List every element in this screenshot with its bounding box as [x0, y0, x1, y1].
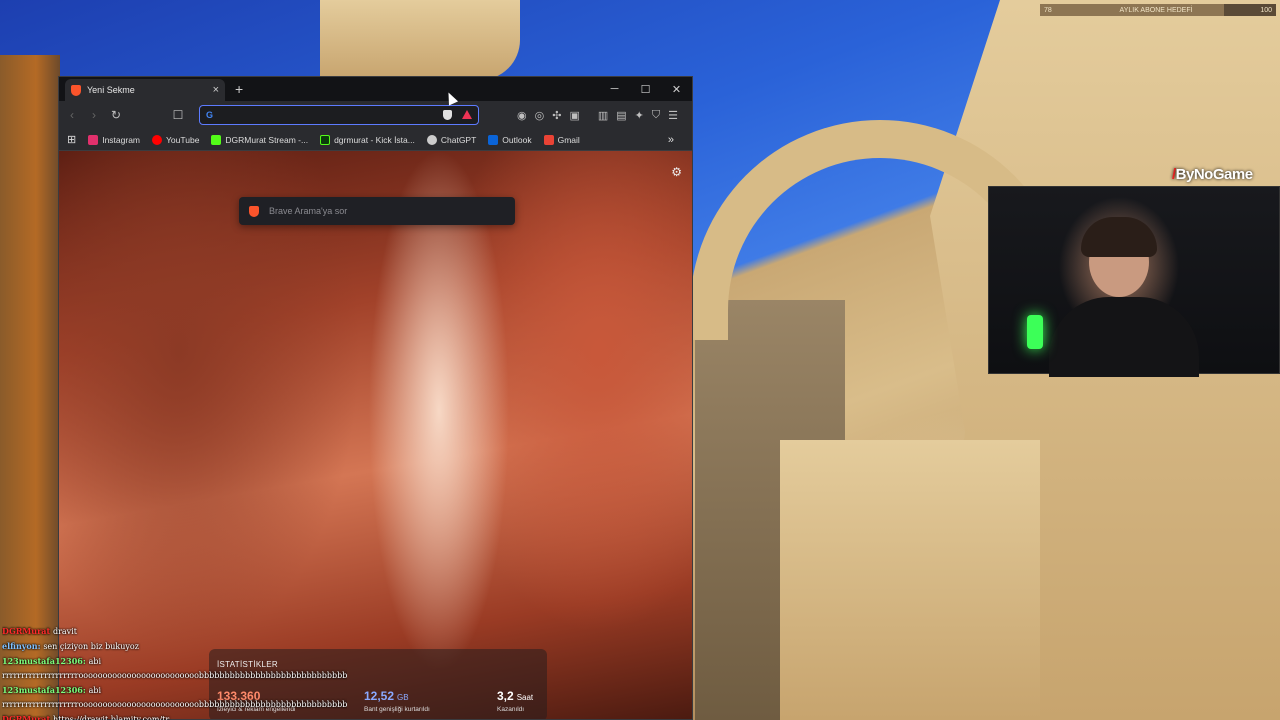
bookmark-youtube[interactable]: YouTube — [152, 134, 200, 145]
chat-text: rrrrrrrrrrrrrrrrrrrroooooooooooooooooooo… — [2, 671, 347, 680]
chat-text: dravit — [52, 627, 77, 636]
forward-button[interactable]: › — [87, 108, 101, 122]
kick-icon — [211, 134, 222, 145]
bookmark-kick[interactable]: dgrmurat - Kick İsta... — [320, 134, 415, 145]
minimize-button[interactable]: ─ — [599, 77, 630, 101]
chat-username: DGRMurat — [2, 626, 53, 636]
bookmark-label: Gmail — [557, 134, 580, 145]
bookmark-label: YouTube — [166, 134, 200, 145]
brave-logo-icon — [71, 84, 81, 96]
tab-title: Yeni Sekme — [87, 85, 135, 95]
close-window-button[interactable]: ✕ — [661, 77, 692, 101]
stat-value: 12,52 GB — [364, 689, 409, 703]
reload-button[interactable]: ↻ — [109, 108, 123, 122]
wallpaper-wall — [780, 440, 1040, 720]
bookmark-outlook[interactable]: Outlook — [488, 134, 532, 145]
stat-label: Kazanıldı — [497, 706, 525, 713]
bookmark-label: DGRMurat Stream -... — [225, 134, 309, 145]
sidebar-icon[interactable]: ▥ — [598, 109, 608, 122]
menu-icon[interactable]: ☰ — [668, 109, 678, 122]
bookmark-chatgpt[interactable]: ChatGPT — [426, 134, 477, 145]
stream-chat: DGRMurat dravit elfinyon: sen çiziyon biz… — [2, 624, 347, 720]
extensions-area: ◉ ◎ ✣ ▣ ▥ ▤ ✦ ⛉ ☰ — [517, 109, 678, 122]
bookmark-dgrmurat-stream[interactable]: DGRMurat Stream -... — [211, 134, 309, 145]
tab-new-tab[interactable]: Yeni Sekme × — [65, 79, 225, 101]
bookmarks-bar: ⊞ Instagram YouTube DGRMurat Stream -...… — [59, 129, 692, 151]
chat-username: 123mustafa12306: — [2, 685, 89, 695]
apps-grid-icon[interactable]: ⊞ — [67, 133, 76, 146]
chat-text: sen çiziyon biz bukuyoz — [43, 642, 139, 651]
address-bar[interactable]: G — [199, 105, 479, 125]
brave-search-box[interactable]: Brave Arama'ya sor — [239, 197, 515, 225]
webcam-feed — [988, 186, 1280, 377]
tab-close-icon[interactable]: × — [213, 84, 219, 96]
bookmark-label: ChatGPT — [440, 134, 477, 145]
google-icon: G — [206, 110, 214, 120]
chat-username: 123mustafa12306: — [2, 656, 89, 666]
brave-rewards-icon[interactable] — [462, 110, 472, 119]
brave-search-icon — [249, 205, 259, 217]
chat-message: DGRMurat dravit — [2, 624, 347, 639]
extensions-puzzle-icon[interactable]: ✣ — [552, 109, 561, 122]
brave-shields-icon[interactable] — [443, 110, 452, 120]
subscriber-goal-bar: 78 AYLIK ABONE HEDEFİ 100 — [1040, 4, 1276, 16]
bookmark-label: dgrmurat - Kick İsta... — [334, 134, 415, 145]
chat-message: rrrrrrrrrrrrrrrrrrrroooooooooooooooooooo… — [2, 698, 347, 712]
wallpaper-ruin-left — [320, 0, 520, 80]
bookmark-label: Instagram — [102, 134, 141, 145]
vpn-icon[interactable]: ⛉ — [652, 109, 660, 122]
goal-target: 100 — [1260, 6, 1272, 14]
instagram-icon — [88, 134, 99, 145]
green-lamp — [1027, 315, 1043, 349]
stat-value: 3,2 Saat — [497, 689, 534, 703]
stat-time-saved: 3,2 Saat Kazanıldı — [497, 689, 533, 713]
gmail-icon — [543, 134, 554, 145]
chat-text: https://drawit.blamity.com/tr — [52, 715, 170, 720]
bookmark-label: Outlook — [502, 134, 532, 145]
window-controls: ─ ☐ ✕ — [599, 77, 692, 101]
chat-username: DGRMurat — [2, 714, 53, 720]
chat-text: abi — [88, 686, 102, 695]
chat-text: abi — [88, 657, 102, 666]
streamer-body — [1049, 297, 1199, 377]
wallpaper-left-strip — [0, 55, 60, 720]
stat-label: Bant genişliği kurtarıldı — [364, 706, 430, 713]
chat-message: rrrrrrrrrrrrrrrrrrrroooooooooooooooooooo… — [2, 669, 347, 683]
stat-bandwidth-saved: 12,52 GB Bant genişliği kurtarıldı — [364, 689, 430, 713]
goal-current: 78 — [1044, 6, 1052, 14]
chatgpt-icon — [426, 134, 437, 145]
streamer-hair — [1081, 217, 1157, 257]
bookmark-instagram[interactable]: Instagram — [88, 134, 141, 145]
chat-message: elfinyon: sen çiziyon biz bukuyoz — [2, 639, 347, 654]
bookmark-gmail[interactable]: Gmail — [543, 134, 580, 145]
outlook-icon — [488, 134, 499, 145]
bynogame-logo: /ByNoGame — [1172, 166, 1253, 183]
chat-message: 123mustafa12306: abi — [2, 683, 347, 698]
chat-message: DGRMurat https://drawit.blamity.com/tr — [2, 712, 347, 720]
settings-gear-icon[interactable]: ⚙ — [671, 165, 682, 179]
chat-text: rrrrrrrrrrrrrrrrrrrroooooooooooooooooooo… — [2, 700, 347, 709]
wallet-icon[interactable]: ▤ — [616, 109, 626, 122]
tab-bar: Yeni Sekme × + ─ ☐ ✕ — [59, 77, 692, 101]
goal-label: AYLIK ABONE HEDEFİ — [1119, 6, 1193, 14]
chat-username: elfinyon: — [2, 641, 44, 651]
leo-ai-icon[interactable]: ✦ — [635, 109, 644, 122]
maximize-button[interactable]: ☐ — [630, 77, 661, 101]
extension-icon-2[interactable]: ◎ — [535, 109, 545, 122]
desktop: Yeni Sekme × + ─ ☐ ✕ ‹ › ↻ ☐ G ◉ ◎ ✣ ▣ ▥… — [0, 0, 1280, 720]
search-input[interactable]: Brave Arama'ya sor — [269, 206, 347, 216]
chat-message: 123mustafa12306: abi — [2, 654, 347, 669]
youtube-icon — [152, 134, 163, 145]
bookmarks-overflow-button[interactable]: » — [668, 134, 674, 146]
new-tab-button[interactable]: + — [235, 81, 243, 97]
bookmark-icon[interactable]: ☐ — [171, 108, 185, 122]
extension-icon-1[interactable]: ◉ — [517, 109, 527, 122]
toolbar: ‹ › ↻ ☐ G ◉ ◎ ✣ ▣ ▥ ▤ ✦ ⛉ ☰ — [59, 101, 692, 129]
extension-icon-3[interactable]: ▣ — [569, 109, 579, 122]
kick-icon — [320, 134, 331, 145]
back-button[interactable]: ‹ — [65, 108, 79, 122]
